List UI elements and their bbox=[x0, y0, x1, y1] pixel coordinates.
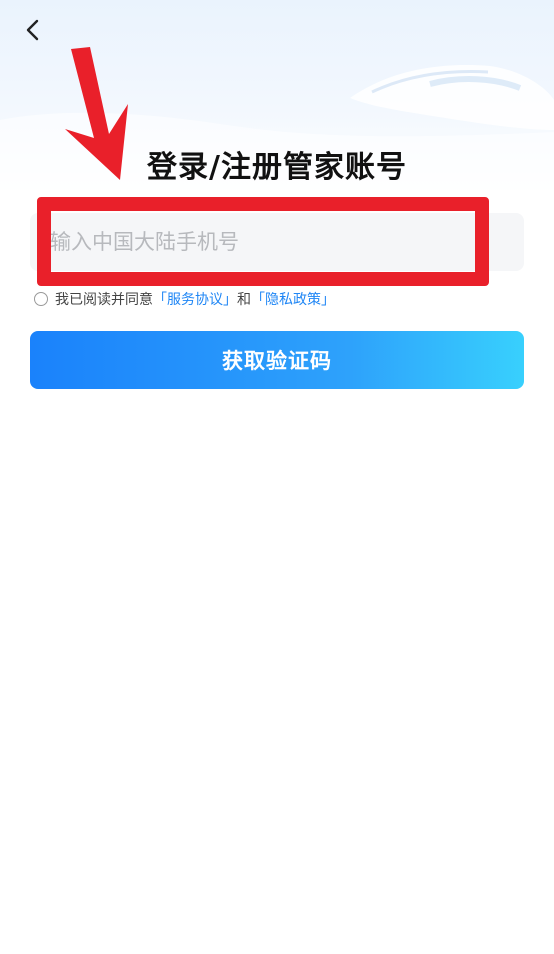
chevron-left-icon bbox=[26, 19, 39, 41]
agreement-row: 我已阅读并同意 「服务协议」 和 「隐私政策」 bbox=[34, 289, 335, 309]
terms-link[interactable]: 「服务协议」 bbox=[153, 289, 237, 309]
agreement-conjunction: 和 bbox=[237, 292, 251, 308]
back-button[interactable] bbox=[14, 12, 50, 48]
page-title: 登录/注册管家账号 bbox=[147, 150, 407, 185]
phone-input[interactable] bbox=[50, 213, 450, 271]
privacy-link[interactable]: 「隐私政策」 bbox=[251, 289, 335, 309]
get-code-button[interactable]: 获取验证码 bbox=[30, 331, 524, 389]
agreement-text: 我已阅读并同意 bbox=[55, 292, 153, 308]
agree-checkbox[interactable] bbox=[34, 292, 48, 306]
